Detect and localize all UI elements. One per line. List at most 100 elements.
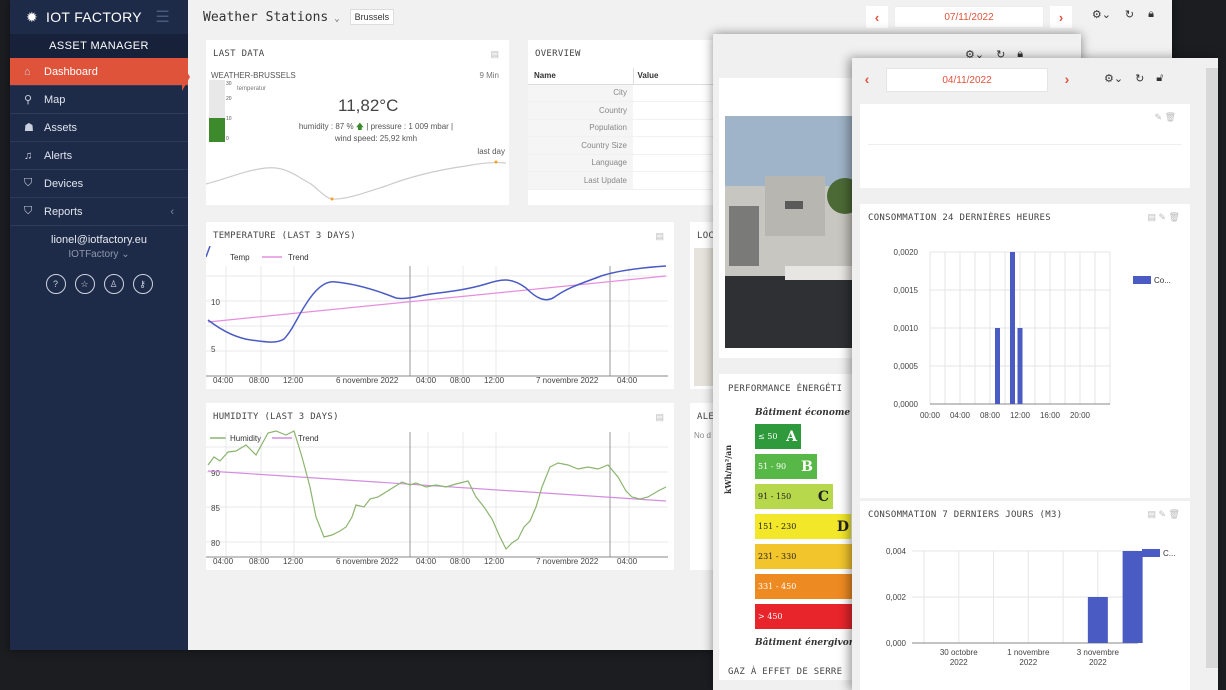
- dpe-top-label: Bâtiment économe: [755, 408, 851, 418]
- column-header: Name: [528, 68, 634, 84]
- brand-name: IOT FACTORY: [46, 9, 142, 25]
- home-icon: ⌂: [24, 65, 31, 78]
- x-tick: 6 novembre 2022: [336, 557, 399, 566]
- x-tick: 12:00: [283, 376, 304, 385]
- y-tick: 0,002: [886, 593, 907, 602]
- sidebar-item-reports[interactable]: ⛉ Reports ‹: [10, 198, 188, 226]
- sidebar-item-dashboard[interactable]: ⌂ Dashboard: [10, 58, 188, 86]
- table-cell: Country Size: [528, 136, 633, 155]
- unlock-icon[interactable]: 🔓︎: [1156, 72, 1163, 85]
- dpe-row-a: ≤ 50 A: [755, 424, 801, 449]
- dpe-range: 331 - 450: [758, 582, 797, 591]
- y-tick: 0,004: [886, 547, 907, 556]
- temp-series: [207, 265, 667, 343]
- sidebar: ✹ IOT FACTORY ☰ ASSET MANAGER ⌂ Dashboard…: [10, 0, 188, 650]
- card-tools-icon[interactable]: ▤ ✎ 🗑︎: [1148, 509, 1180, 520]
- next-date-button[interactable]: ›: [1056, 68, 1078, 90]
- active-indicator: [182, 63, 190, 91]
- legend-label: Humidity: [230, 434, 261, 443]
- scrollbar[interactable]: [1206, 68, 1218, 668]
- sparkline-min: [330, 197, 334, 201]
- page-title[interactable]: Weather Stations ⌄: [203, 10, 340, 25]
- chevron-down-icon: ⌄: [334, 13, 340, 24]
- y-tick: 90: [211, 469, 220, 478]
- gauge-fill: [209, 118, 225, 142]
- legend-label: Co...: [1154, 276, 1171, 285]
- x-tick: 04:00: [416, 376, 437, 385]
- gear-icon[interactable]: ⚙⌄: [1104, 72, 1123, 85]
- gear-icon[interactable]: ⚙⌄: [1092, 8, 1111, 21]
- edit-icon[interactable]: ✎ 🗑︎: [1155, 112, 1176, 123]
- gauge-label: temperature: [237, 86, 266, 92]
- building-sign: [785, 201, 803, 209]
- consumption-7d-chart: 0,0040,0020,00030 octobre20221 novembre2…: [886, 547, 1175, 667]
- user-email: lionel@iotfactory.eu: [51, 234, 147, 246]
- dpe-letter: B: [801, 458, 813, 475]
- y-tick: 80: [211, 539, 220, 548]
- dpe-range: 231 - 330: [758, 552, 797, 561]
- menu-icon[interactable]: ▤: [655, 231, 664, 242]
- x-tick: 12:00: [1010, 411, 1031, 420]
- x-tick: 16:00: [1040, 411, 1061, 420]
- site-badge[interactable]: Brussels: [349, 9, 395, 25]
- key-icon[interactable]: ⚷: [132, 274, 153, 294]
- building-photo: [725, 116, 865, 348]
- sidebar-item-alerts[interactable]: ♫ Alerts: [10, 142, 188, 170]
- x-tick: 12:00: [484, 557, 505, 566]
- header: Weather Stations ⌄ Brussels ‹ 07/11/2022 …: [188, 0, 1172, 34]
- pin-icon: ⚲: [24, 94, 33, 106]
- dpe-row-d: 151 - 230 D: [755, 514, 851, 539]
- refresh-icon[interactable]: ↻: [1135, 72, 1144, 85]
- date-field[interactable]: 07/11/2022: [894, 6, 1044, 28]
- dpe-bottom-label: Bâtiment énergivore: [755, 638, 860, 648]
- road: [725, 276, 865, 348]
- org-selector[interactable]: IOTFactory ⌄: [10, 249, 188, 260]
- bar: [1087, 597, 1108, 643]
- star-icon[interactable]: ☆: [74, 274, 95, 294]
- x-tick: 2022: [950, 658, 968, 667]
- sidebar-item-assets[interactable]: ☗ Assets: [10, 114, 188, 142]
- legend-label: Trend: [288, 253, 309, 262]
- bar: [1017, 328, 1023, 404]
- brand: ✹ IOT FACTORY ☰: [10, 0, 188, 34]
- assets-icon: ☗: [24, 122, 34, 134]
- help-icon[interactable]: ?: [45, 274, 66, 294]
- temperature-card: TEMPERATURE (LAST 3 DAYS) ▤ Temp Trend 1…: [206, 222, 674, 389]
- table-cell: Last Update: [528, 171, 633, 190]
- ghg-title: GAZ À EFFET DE SERRE: [728, 667, 843, 677]
- tag-icon: ⛉: [24, 177, 33, 189]
- next-date-button[interactable]: ›: [1050, 6, 1072, 28]
- user-actions: ? ☆ ♙ ⚷: [10, 274, 188, 294]
- data-age: 9 Min: [479, 71, 499, 80]
- card-tools-icon[interactable]: ▤ ✎ 🗑︎: [1148, 212, 1180, 223]
- bar: [1010, 252, 1015, 404]
- refresh-icon[interactable]: ↻: [1125, 8, 1134, 21]
- bar: [995, 328, 1000, 404]
- menu-icon[interactable]: ▤: [655, 412, 664, 423]
- x-tick: 08:00: [249, 376, 270, 385]
- x-tick: 3 novembre: [1077, 648, 1120, 657]
- prev-date-button[interactable]: ‹: [866, 6, 888, 28]
- sidebar-item-map[interactable]: ⚲ Map: [10, 86, 188, 114]
- x-tick: 7 novembre 2022: [536, 557, 599, 566]
- dpe-letter: C: [817, 488, 829, 505]
- sidebar-item-devices[interactable]: ⛉ Devices: [10, 170, 188, 198]
- x-tick: 04:00: [213, 557, 234, 566]
- consumption-window: ‹ 04/11/2022 › ⚙⌄ ↻ 🔓︎ ✎ 🗑︎ CONSOMMATION…: [852, 58, 1218, 690]
- humidity-pressure: humidity : 87 % 🡅 | pressure : 1 009 mba…: [276, 121, 476, 135]
- dpe-letter: A: [786, 428, 797, 445]
- user-icon[interactable]: ♙: [103, 274, 124, 294]
- sidebar-item-label: Map: [44, 93, 66, 106]
- tag-icon: ⛉: [24, 205, 33, 217]
- menu-toggle-icon[interactable]: ☰: [155, 7, 170, 27]
- lock-icon[interactable]: 🔒︎: [1148, 8, 1154, 21]
- temperature-chart: Temp Trend 10 5 04:00 08:00 12:00 6 nove…: [206, 246, 668, 385]
- humidity-card: HUMIDITY (LAST 3 DAYS) ▤ Humidity Trend …: [206, 403, 674, 570]
- chevron-left-icon: ‹: [170, 205, 174, 218]
- book-icon[interactable]: ▤: [490, 49, 499, 60]
- divider: [868, 144, 1182, 145]
- date-field[interactable]: 04/11/2022: [886, 68, 1048, 92]
- prev-date-button[interactable]: ‹: [856, 68, 878, 90]
- overview-card: OVERVIEW Name Value City Country Populati…: [528, 40, 728, 205]
- y-tick: 85: [211, 504, 220, 513]
